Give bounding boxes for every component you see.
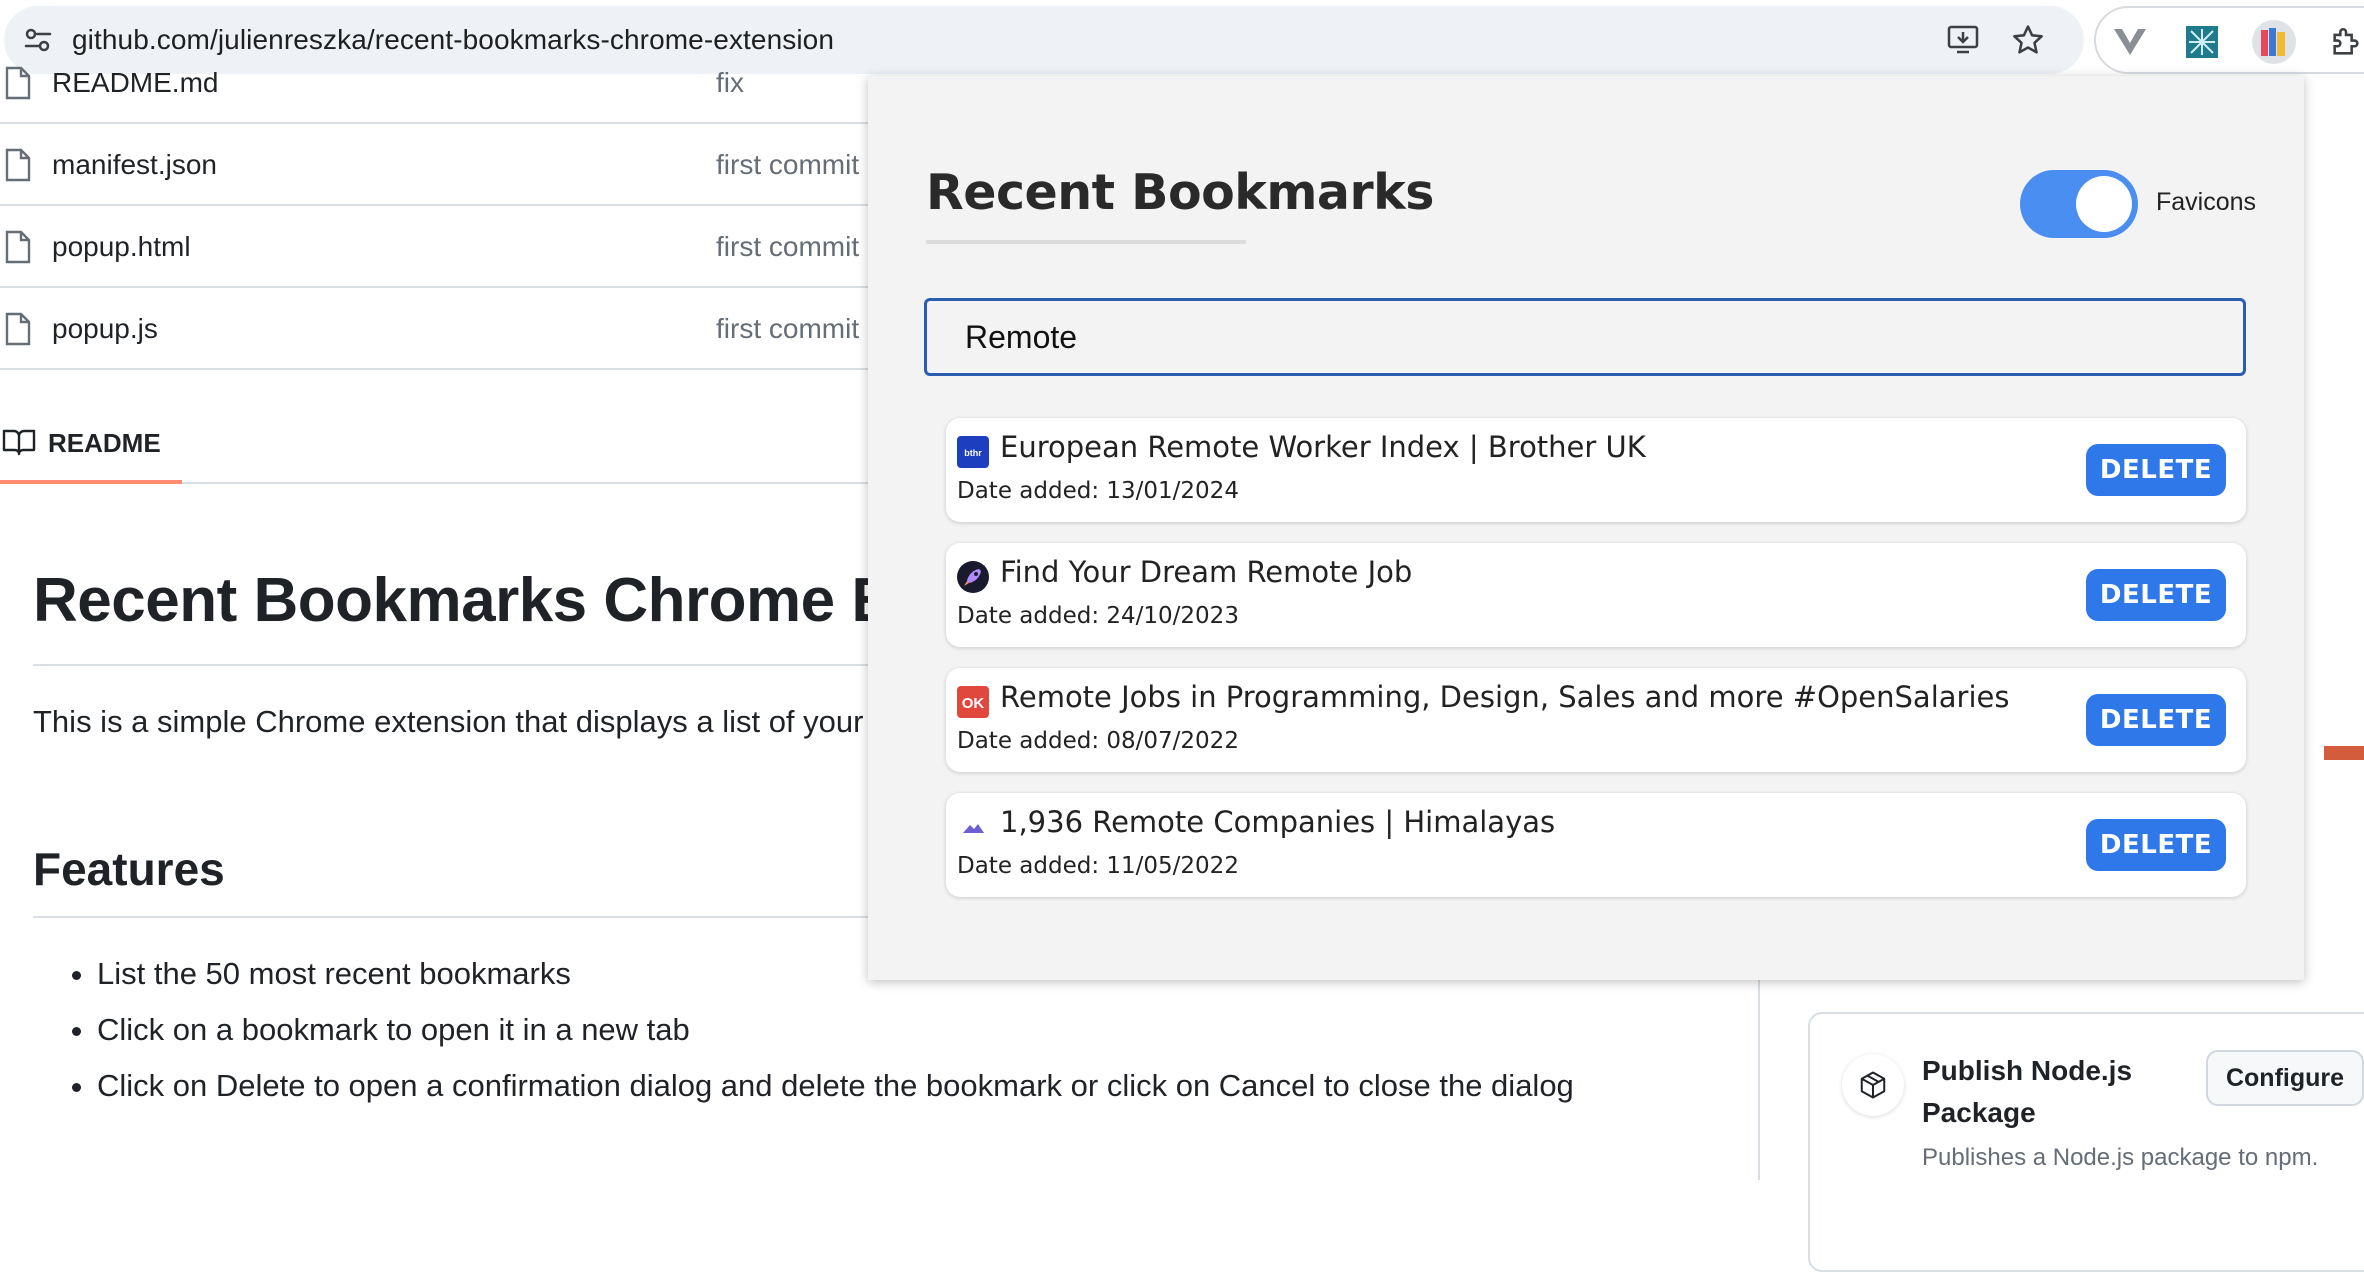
delete-button[interactable]: DELETE (2086, 444, 2226, 496)
bookmark-item[interactable]: OK Remote Jobs in Programming, Design, S… (946, 668, 2246, 772)
delete-button[interactable]: DELETE (2086, 569, 2226, 621)
file-row[interactable]: manifest.json first commit (0, 124, 880, 206)
extension-books-icon[interactable] (2252, 20, 2296, 64)
rocket-favicon-icon (957, 561, 989, 593)
bookmark-title[interactable]: Remote Jobs in Programming, Design, Sale… (1000, 680, 2009, 714)
bookmark-date: Date added: 24/10/2023 (957, 603, 1239, 629)
delete-button[interactable]: DELETE (2086, 694, 2226, 746)
popup-title: Recent Bookmarks (926, 164, 1434, 221)
bookmark-item[interactable]: bthr European Remote Worker Index | Brot… (946, 418, 2246, 522)
list-item: Click on a bookmark to open it in a new … (97, 1002, 1574, 1058)
file-icon (4, 312, 32, 351)
ok-favicon-icon: OK (957, 686, 989, 718)
bookmark-title[interactable]: Find Your Dream Remote Job (1000, 555, 1412, 589)
bookmark-title[interactable]: 1,936 Remote Companies | Himalayas (1000, 805, 1555, 839)
package-icon (1842, 1054, 1904, 1116)
file-icon (4, 148, 32, 187)
extensions-area (2094, 6, 2364, 74)
list-item: Click on Delete to open a confirmation d… (97, 1058, 1574, 1114)
readme-tab-label[interactable]: README (48, 402, 161, 484)
readme-tab[interactable]: README (0, 402, 880, 484)
title-underline (926, 240, 1246, 244)
file-icon (4, 66, 32, 105)
delete-button[interactable]: DELETE (2086, 819, 2226, 871)
file-name[interactable]: manifest.json (52, 124, 217, 206)
extension-popup: Recent Bookmarks Favicons Remote bthr Eu… (868, 76, 2304, 980)
configure-button[interactable]: Configure (2206, 1050, 2364, 1106)
install-app-icon[interactable] (1944, 20, 1984, 60)
file-icon (4, 230, 32, 269)
extension-v-icon[interactable] (2108, 20, 2152, 64)
file-row[interactable]: popup.html first commit (0, 206, 880, 288)
commit-message[interactable]: first commit (716, 206, 859, 288)
favicons-toggle[interactable] (2020, 170, 2138, 238)
bookmark-item[interactable]: Find Your Dream Remote Job Date added: 2… (946, 543, 2246, 647)
sidebar-divider (1758, 980, 1760, 1180)
suggested-action-card: Publish Node.js Package Configure Publis… (1808, 1012, 2364, 1272)
active-tab-underline (0, 480, 182, 484)
bookmark-title[interactable]: European Remote Worker Index | Brother U… (1000, 430, 1646, 464)
language-bar (2324, 746, 2364, 760)
brother-favicon-icon: bthr (957, 436, 989, 468)
file-row[interactable]: popup.js first commit (0, 288, 880, 370)
svg-text:OK: OK (962, 695, 985, 712)
file-name[interactable]: popup.html (52, 206, 191, 288)
book-icon (2, 428, 36, 461)
commit-message[interactable]: fix (716, 42, 744, 124)
bookmark-item[interactable]: 1,936 Remote Companies | Himalayas Date … (946, 793, 2246, 897)
commit-message[interactable]: first commit (716, 288, 859, 370)
commit-message[interactable]: first commit (716, 124, 859, 206)
toggle-knob (2076, 176, 2132, 232)
action-title[interactable]: Publish Node.js Package (1922, 1050, 2222, 1134)
file-row[interactable]: README.md fix (0, 42, 880, 124)
bookmark-star-icon[interactable] (2008, 20, 2048, 60)
extensions-puzzle-icon[interactable] (2324, 20, 2364, 64)
bookmark-date: Date added: 11/05/2022 (957, 853, 1239, 879)
bookmark-date: Date added: 08/07/2022 (957, 728, 1239, 754)
search-input[interactable]: Remote (924, 298, 2246, 376)
himalayas-favicon-icon (957, 811, 989, 843)
extension-network-icon[interactable] (2180, 20, 2224, 64)
bookmark-date: Date added: 13/01/2024 (957, 478, 1239, 504)
file-name[interactable]: README.md (52, 42, 218, 124)
svg-text:bthr: bthr (964, 448, 982, 458)
favicons-toggle-label: Favicons (2156, 188, 2257, 216)
file-name[interactable]: popup.js (52, 288, 158, 370)
features-heading: Features (33, 843, 225, 895)
action-description: Publishes a Node.js package to npm. (1922, 1144, 2319, 1171)
